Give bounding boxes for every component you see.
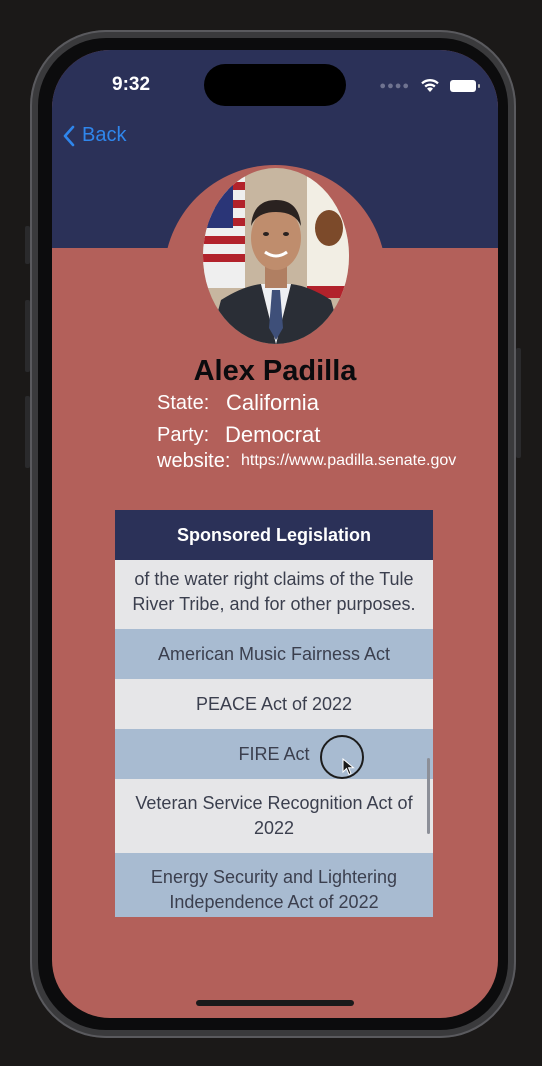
state-value: California — [226, 390, 319, 415]
dynamic-island — [204, 64, 346, 106]
status-time: 9:32 — [112, 74, 151, 95]
list-item[interactable]: Energy Security and Lightering Independe… — [115, 853, 433, 917]
scrollbar[interactable] — [427, 758, 430, 834]
state-label: State: — [157, 392, 210, 414]
back-label: Back — [82, 124, 127, 146]
list-item[interactable]: PEACE Act of 2022 — [115, 679, 433, 729]
chevron-left-icon — [63, 125, 75, 146]
party-label: Party: — [157, 424, 210, 446]
list-item[interactable]: FIRE Act — [115, 729, 433, 779]
app-screen: 9:32 ●●●● Back Alex Padilla State: Calif… — [52, 50, 498, 1018]
party-value: Democrat — [225, 422, 321, 447]
legislation-title: PEACE Act of 2022 — [195, 693, 353, 714]
home-indicator[interactable] — [196, 1000, 354, 1006]
legislation-title: Energy Security and Lightering Independe… — [150, 867, 398, 912]
cellular-signal-icon: ●●●● — [379, 79, 410, 92]
legislation-title: of the water right claims of the Tule Ri… — [132, 569, 416, 614]
power-button — [516, 348, 521, 458]
legislation-title: Veteran Service Recognition Act of 2022 — [135, 793, 413, 838]
legislation-title: FIRE Act — [238, 743, 310, 764]
website-label: website: — [157, 450, 231, 472]
legislation-list[interactable]: of the water right claims of the Tule Ri… — [115, 538, 433, 917]
table-header: Sponsored Legislation — [115, 510, 433, 560]
list-item[interactable]: American Music Fairness Act — [115, 629, 433, 679]
sponsored-legislation-table[interactable]: Sponsored Legislation of the water right… — [115, 510, 433, 917]
list-item[interactable]: Veteran Service Recognition Act of 2022 — [115, 779, 433, 853]
wifi-icon — [421, 78, 439, 92]
status-icons: ●●●● — [379, 78, 480, 93]
senator-name: Alex Padilla — [193, 355, 357, 387]
pointer-cursor-icon — [342, 758, 355, 776]
legislation-title: American Music Fairness Act — [157, 643, 391, 664]
battery-icon — [450, 79, 480, 92]
back-button[interactable]: Back — [62, 124, 126, 147]
senator-photo — [203, 168, 349, 344]
website-link[interactable]: https://www.padilla.senate.gov — [241, 452, 456, 470]
